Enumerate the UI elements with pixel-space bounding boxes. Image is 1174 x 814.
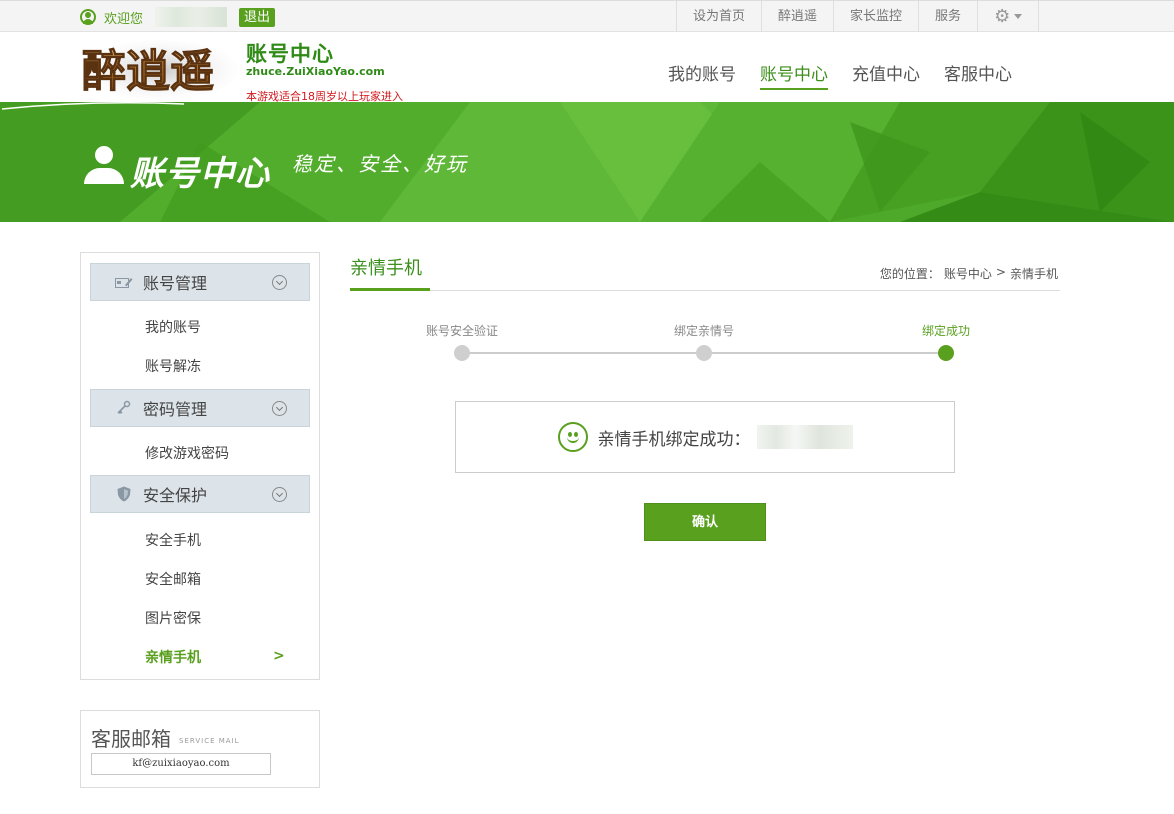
smile-icon bbox=[557, 422, 588, 452]
chevron-down-icon[interactable] bbox=[272, 400, 287, 416]
caret-down-icon bbox=[1014, 14, 1023, 19]
service-mail-box: 客服邮箱 SERVICE MAIL kf@zuixiaoyao.com bbox=[80, 710, 320, 788]
step-connector bbox=[704, 352, 946, 354]
section-security-protection[interactable]: 安全保护 bbox=[90, 475, 310, 513]
section-label: 密码管理 bbox=[143, 400, 208, 419]
settings-menu[interactable]: ⚙ bbox=[977, 1, 1040, 32]
phone-number-redacted bbox=[756, 425, 853, 449]
nav-recharge-center[interactable]: 充值中心 bbox=[852, 60, 920, 90]
main-nav: 我的账号 账号中心 充值中心 客服中心 bbox=[656, 60, 1024, 90]
sidebar-item-picture-protection[interactable]: 图片密保 bbox=[145, 608, 201, 628]
section-password-management[interactable]: 密码管理 bbox=[90, 389, 310, 427]
gear-icon: ⚙ bbox=[994, 6, 1011, 27]
sidebar-item-change-game-password[interactable]: 修改游戏密码 bbox=[145, 443, 229, 463]
key-icon bbox=[113, 400, 135, 416]
banner-title: 账号中心 bbox=[130, 154, 270, 194]
step-dot-success bbox=[938, 345, 954, 361]
active-arrow-icon: > bbox=[273, 648, 285, 664]
parental-control-link[interactable]: 家长监控 bbox=[833, 1, 918, 32]
step-dot-bind bbox=[696, 345, 712, 361]
user-icon bbox=[80, 9, 96, 25]
sidebar-item-my-account[interactable]: 我的账号 bbox=[145, 317, 201, 337]
sidebar-item-security-email[interactable]: 安全邮箱 bbox=[145, 569, 201, 589]
slogan-underline bbox=[1, 102, 185, 110]
shield-icon bbox=[113, 486, 135, 502]
zuixiaoyao-link[interactable]: 醉逍遥 bbox=[761, 1, 833, 32]
title-divider bbox=[350, 290, 1060, 291]
breadcrumb-current: 亲情手机 bbox=[1009, 267, 1058, 281]
title-underline bbox=[350, 288, 430, 291]
section-account-management[interactable]: 账号管理 bbox=[90, 263, 310, 301]
nav-account-center[interactable]: 账号中心 bbox=[760, 60, 828, 90]
id-card-icon bbox=[113, 274, 135, 290]
chevron-down-icon[interactable] bbox=[272, 274, 287, 290]
success-box: 亲情手机绑定成功： bbox=[455, 401, 955, 473]
site-title: 账号中心 bbox=[246, 42, 334, 66]
welcome-text: 欢迎您 bbox=[104, 11, 144, 27]
chevron-down-icon[interactable] bbox=[272, 486, 287, 502]
sidebar-item-account-unfreeze[interactable]: 账号解冻 bbox=[145, 356, 201, 376]
service-link[interactable]: 服务 bbox=[918, 1, 977, 32]
confirm-button[interactable]: 确认 bbox=[644, 503, 766, 541]
welcome-area: 欢迎您 退出 bbox=[80, 7, 276, 27]
top-bar: 欢迎您 退出 设为首页 醉逍遥 家长监控 服务 ⚙ bbox=[0, 0, 1174, 32]
step-label-verify: 账号安全验证 bbox=[426, 324, 499, 338]
nav-customer-service[interactable]: 客服中心 bbox=[944, 60, 1012, 90]
breadcrumb: 您的位置： 账号中心 > 亲情手机 bbox=[878, 265, 1060, 282]
step-label-success: 绑定成功 bbox=[922, 324, 971, 338]
breadcrumb-separator: > bbox=[995, 265, 1006, 279]
breadcrumb-account-center[interactable]: 账号中心 bbox=[944, 265, 992, 282]
step-dot-verify bbox=[454, 345, 470, 361]
step-connector bbox=[462, 352, 704, 354]
success-message: 亲情手机绑定成功： bbox=[597, 429, 751, 450]
section-label: 账号管理 bbox=[143, 274, 208, 293]
banner-slogan: 稳定、安全、好玩 bbox=[292, 152, 468, 176]
nav-my-account[interactable]: 我的账号 bbox=[668, 60, 736, 90]
sidebar-item-family-phone[interactable]: 亲情手机 bbox=[145, 647, 201, 667]
sidebar: 账号管理 我的账号 账号解冻 密码管理 修改游戏密码 安全保护 安全手机 安全邮… bbox=[80, 252, 320, 680]
svg-text:醉逍遥: 醉逍遥 bbox=[82, 46, 214, 97]
section-label: 安全保护 bbox=[143, 486, 208, 505]
mail-subtitle: SERVICE MAIL bbox=[179, 737, 240, 745]
game-logo[interactable]: 醉逍遥 bbox=[80, 36, 240, 100]
step-label-bind: 绑定亲情号 bbox=[674, 324, 735, 338]
hero-banner: 账号中心 稳定、安全、好玩 bbox=[0, 102, 1174, 222]
username-redacted bbox=[155, 7, 228, 27]
top-links: 设为首页 醉逍遥 家长监控 服务 ⚙ bbox=[676, 1, 1040, 32]
set-homepage-link[interactable]: 设为首页 bbox=[676, 1, 761, 32]
site-domain: zhuce.ZuiXiaoYao.com bbox=[246, 65, 385, 78]
logout-button[interactable]: 退出 bbox=[239, 7, 276, 27]
sidebar-item-security-phone[interactable]: 安全手机 bbox=[145, 530, 201, 550]
breadcrumb-prefix: 您的位置： bbox=[879, 267, 940, 281]
person-icon bbox=[84, 146, 124, 186]
site-header: 醉逍遥 账号中心 zhuce.ZuiXiaoYao.com 本游戏适合18周岁以… bbox=[0, 32, 1174, 103]
mail-title: 客服邮箱 bbox=[91, 727, 171, 751]
page-title: 亲情手机 bbox=[350, 258, 422, 279]
mail-address[interactable]: kf@zuixiaoyao.com bbox=[91, 753, 271, 775]
